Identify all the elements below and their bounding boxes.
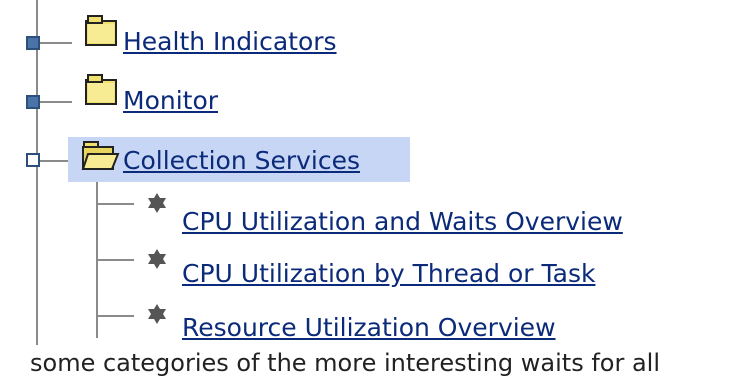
expand-toggle-monitor[interactable] (26, 95, 40, 109)
report-link-cpu-utilization-and-waits[interactable]: CPU Utilization and Waits Overview (182, 207, 623, 237)
folder-closed-icon (85, 15, 117, 46)
collapse-toggle-collection-services[interactable] (26, 153, 40, 167)
bullet-icon (148, 193, 166, 213)
tree-node-collection-services[interactable]: Collection Services (123, 146, 360, 176)
report-link-resource-utilization-overview[interactable]: Resource Utilization Overview (182, 313, 556, 343)
expand-toggle-health-indicators[interactable] (26, 36, 40, 50)
tree-trunk-line (36, 0, 38, 345)
bullet-icon (148, 249, 166, 269)
child-trunk-line (96, 178, 98, 338)
folder-closed-icon (85, 74, 117, 105)
body-text-partial: some categories of the more interesting … (30, 349, 660, 377)
folder-open-icon (81, 141, 120, 170)
bullet-icon (148, 304, 166, 324)
tree-node-monitor[interactable]: Monitor (123, 86, 218, 116)
report-link-cpu-utilization-by-thread[interactable]: CPU Utilization by Thread or Task (182, 259, 595, 289)
tree-node-health-indicators[interactable]: Health Indicators (123, 27, 337, 57)
child-branch-line (96, 203, 134, 205)
child-branch-line (96, 315, 134, 317)
child-branch-line (96, 259, 134, 261)
